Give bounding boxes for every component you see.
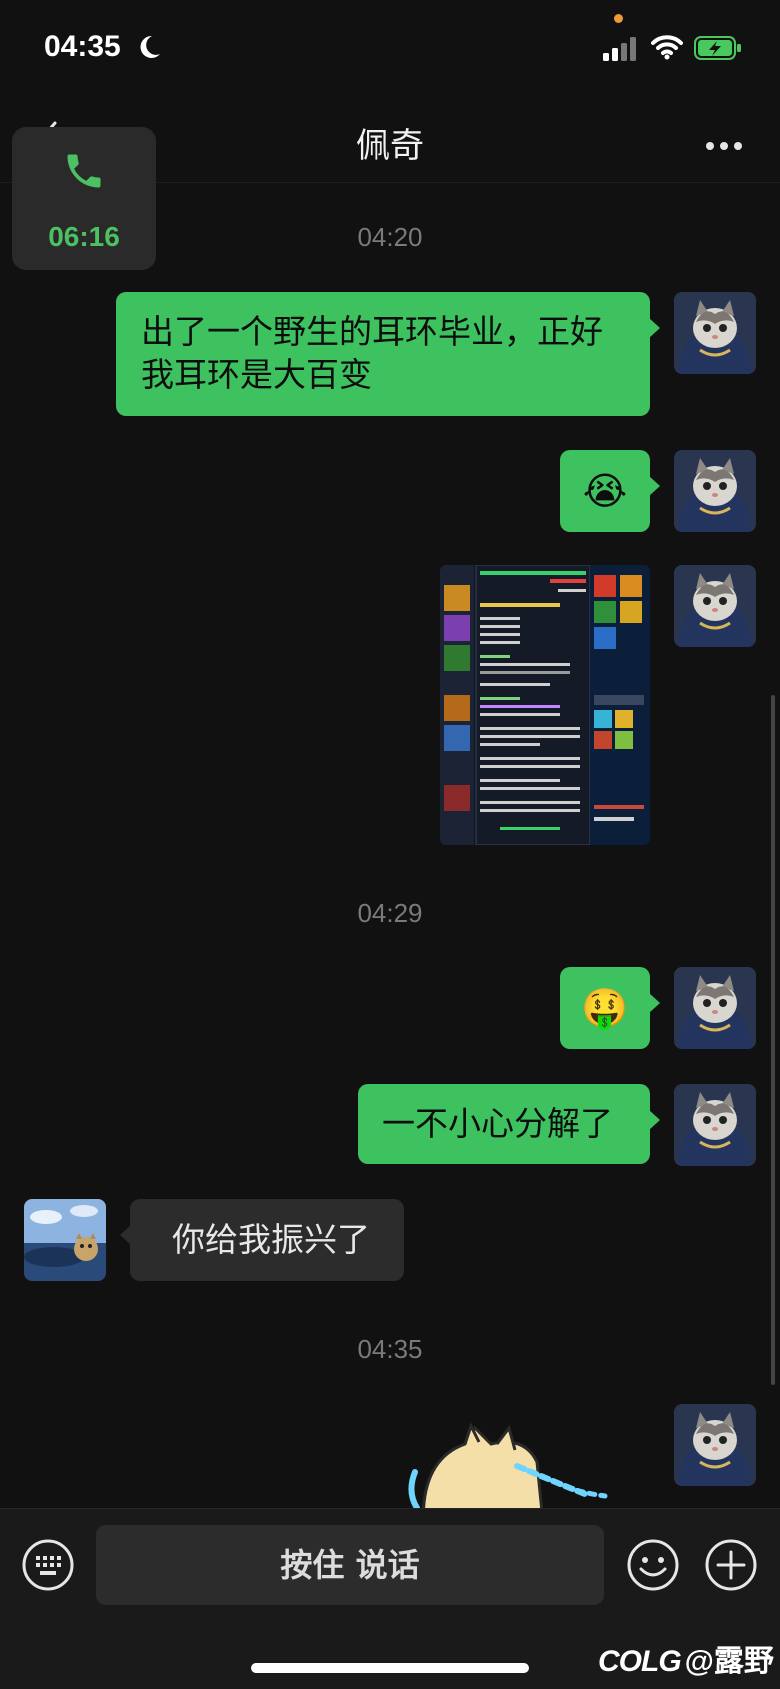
my-avatar[interactable] [674,1404,756,1486]
message-text: 你给我振兴了 [172,1220,370,1259]
status-time: 04:35 [44,30,121,63]
keyboard-icon[interactable] [22,1539,74,1595]
game-item-tooltip-screenshot[interactable] [440,565,650,845]
my-avatar[interactable] [674,967,756,1049]
watermark: COLG @露野 [598,1636,774,1680]
input-toolbar: 按住 说话 COLG @露野 [0,1508,780,1689]
plus-icon[interactable] [705,1539,757,1595]
message-text-line: 出了一个野生的耳环毕业，正好 [141,312,603,351]
outgoing-message-bubble[interactable]: 一不小心分解了 [358,1084,660,1164]
phone-icon [62,149,106,197]
emoji-icon[interactable] [627,1539,679,1595]
incoming-message-bubble[interactable]: 你给我振兴了 [120,1199,404,1281]
battery-charging-icon [694,36,742,64]
outgoing-message-bubble[interactable]: 出了一个野生的耳环毕业，正好 我耳环是大百变 [116,292,660,416]
my-avatar[interactable] [674,565,756,647]
timestamp: 04:29 [357,898,423,928]
my-avatar[interactable] [674,292,756,374]
message-text: 一不小心分解了 [382,1104,613,1143]
home-indicator[interactable] [251,1663,529,1673]
status-bar: 04:35 [0,0,780,100]
watermark-logo: COLG [598,1645,682,1678]
outgoing-emoji-bubble[interactable]: 🤑 [560,967,660,1049]
more-dots-icon[interactable] [705,136,743,155]
wifi-icon [651,34,683,64]
hold-to-talk-button[interactable]: 按住 说话 [96,1525,604,1605]
my-avatar[interactable] [674,1084,756,1166]
message-text-line: 我耳环是大百变 [141,355,372,394]
scrollbar[interactable] [771,695,775,1385]
emoji-crying-face: 😭 [582,469,628,513]
emoji-money-face: 🤑 [581,986,629,1030]
crying-cat-sticker[interactable] [405,1422,620,1508]
timestamp: 04:20 [357,222,423,252]
watermark-handle: @露野 [684,1645,774,1678]
timestamp: 04:35 [357,1334,423,1364]
signal-icon [603,37,637,65]
privacy-indicator-dot [614,14,623,23]
contact-avatar[interactable] [24,1199,106,1281]
outgoing-emoji-bubble[interactable]: 😭 [560,450,660,532]
my-avatar[interactable] [674,450,756,532]
moon-icon [138,34,162,64]
